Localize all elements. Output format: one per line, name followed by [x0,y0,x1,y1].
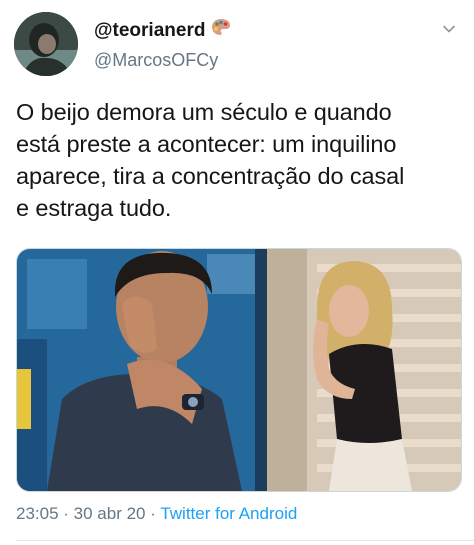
tweet-photo[interactable] [16,248,462,492]
handle[interactable]: @MarcosOFCy [94,48,231,72]
tweet-time[interactable]: 23:05 [16,504,59,523]
avatar[interactable] [14,12,78,76]
tweet-text-line: aparece, tira a concentração do casal [16,163,405,189]
display-name-text[interactable]: @teorianerd [94,19,205,43]
tweet-meta: 23:05 · 30 abr 20 · Twitter for Android [16,504,297,524]
artist-palette-icon [211,18,231,43]
display-name[interactable]: @teorianerd [94,18,231,43]
divider [16,540,474,541]
tweet-card: @teorianerd @MarcosOFCy O beijo demora u… [0,0,474,545]
tweet-text-line: O beijo demora um século e quando [16,99,392,125]
tweet-date[interactable]: 30 abr 20 [74,504,146,523]
tweet-author: @teorianerd @MarcosOFCy [94,18,231,72]
tweet-text-line: está preste a acontecer: um inquilino [16,131,397,157]
chevron-down-icon[interactable] [442,22,456,36]
tweet-source-link[interactable]: Twitter for Android [160,504,297,523]
meta-separator: · [58,504,74,523]
tweet-text: O beijo demora um século e quando está p… [16,96,462,224]
tweet-text-line: e estraga tudo. [16,195,172,221]
meta-separator: · [145,504,161,523]
